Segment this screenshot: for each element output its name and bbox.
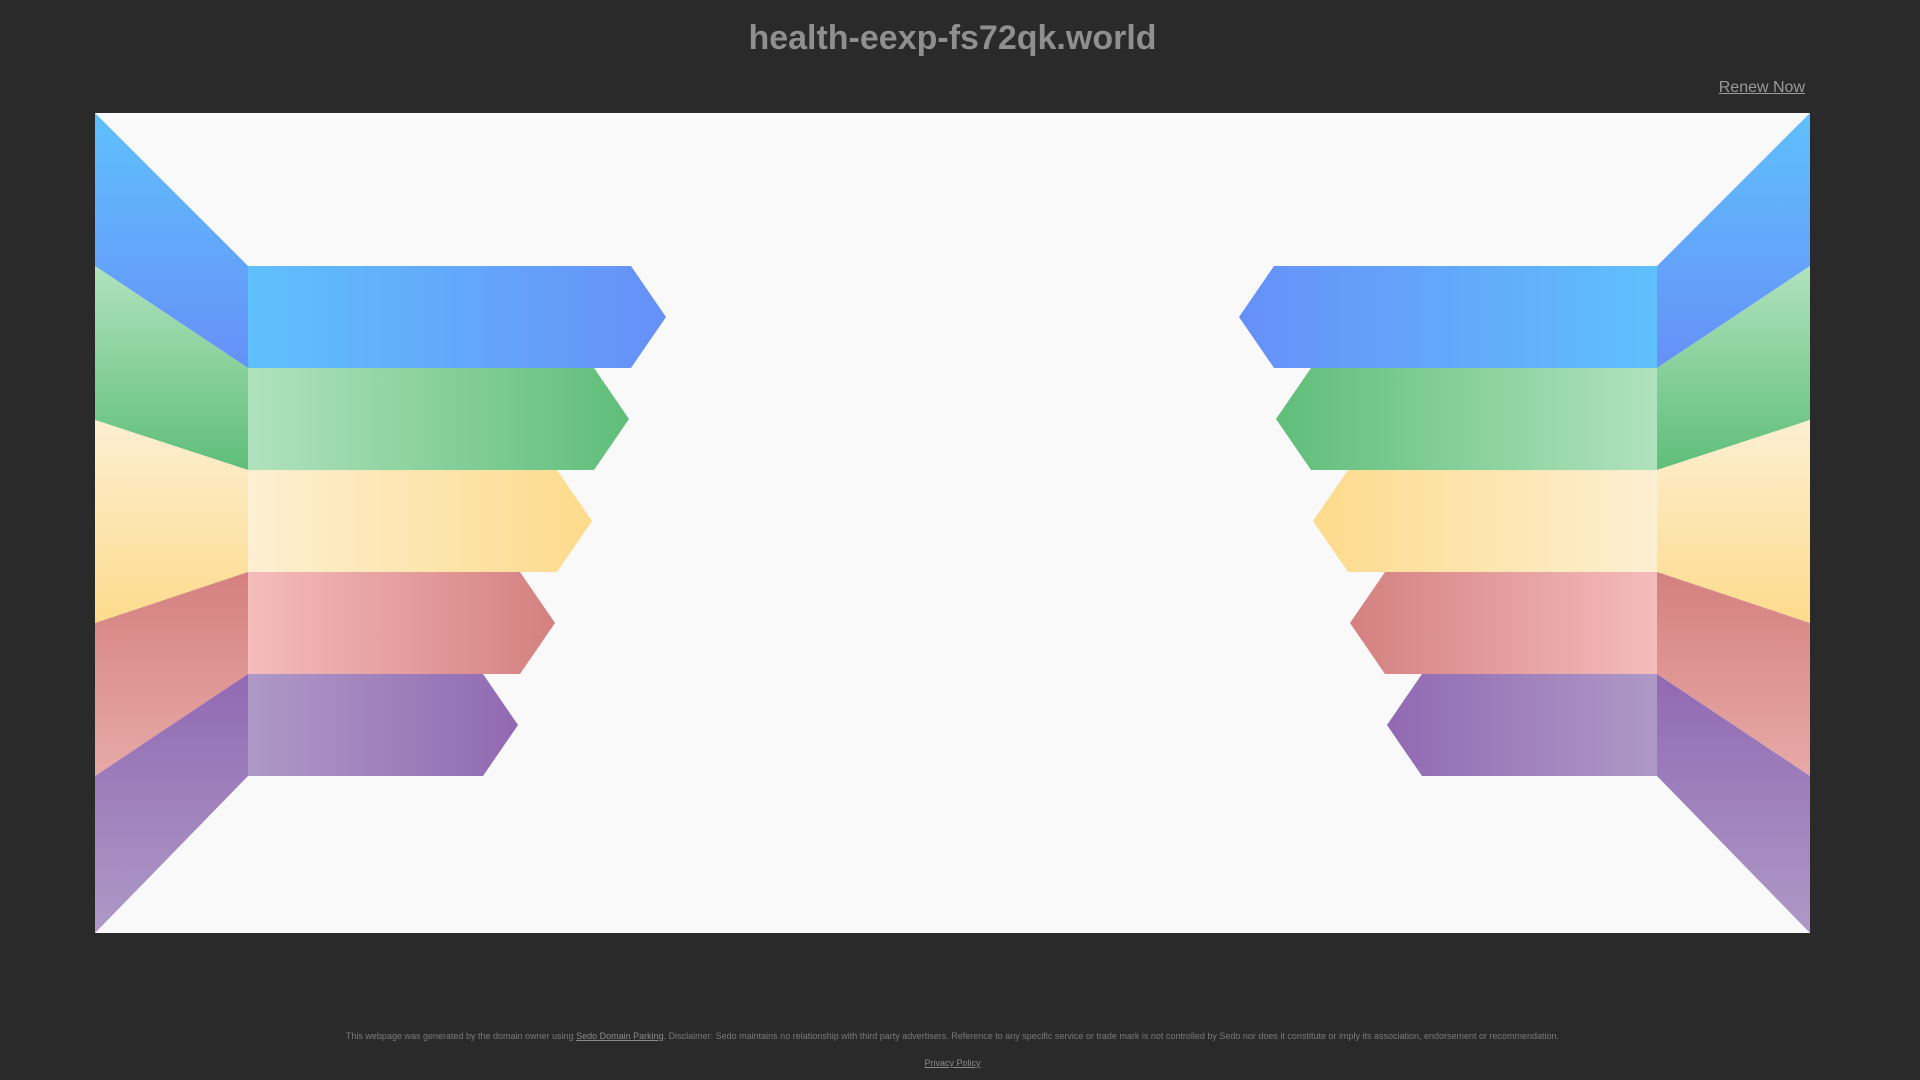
- parked-domain-page: health-eexp-fs72qk.world Renew Now This …: [0, 0, 1920, 1080]
- left-arrow-blue: [248, 266, 666, 368]
- left-arrow-red: [248, 572, 555, 674]
- right-arrow-purple: [1387, 674, 1657, 776]
- privacy-row: Privacy Policy: [0, 1057, 1905, 1069]
- privacy-policy-link[interactable]: Privacy Policy: [924, 1058, 980, 1068]
- renew-now-link[interactable]: Renew Now: [1719, 78, 1805, 98]
- domain-title: health-eexp-fs72qk.world: [748, 19, 1157, 57]
- disclaimer-suffix: . Disclaimer: Sedo maintains no relation…: [663, 1031, 1560, 1041]
- disclaimer-prefix: This webpage was generated by the domain…: [345, 1031, 577, 1041]
- right-arrow-blue: [1239, 266, 1657, 368]
- left-arrow-green: [248, 368, 629, 470]
- rainbow-ribbon-graphic: [95, 113, 1810, 933]
- right-arrow-yellow: [1313, 470, 1657, 572]
- right-arrow-green: [1276, 368, 1657, 470]
- right-arrow-red: [1350, 572, 1657, 674]
- disclaimer-text: This webpage was generated by the domain…: [0, 1030, 1905, 1042]
- left-arrow-yellow: [248, 470, 592, 572]
- sedo-domain-parking-link[interactable]: Sedo Domain Parking: [576, 1031, 664, 1041]
- page-scrollbar[interactable]: [1905, 0, 1920, 1080]
- left-arrow-purple: [248, 674, 518, 776]
- decorative-banner: [95, 113, 1810, 933]
